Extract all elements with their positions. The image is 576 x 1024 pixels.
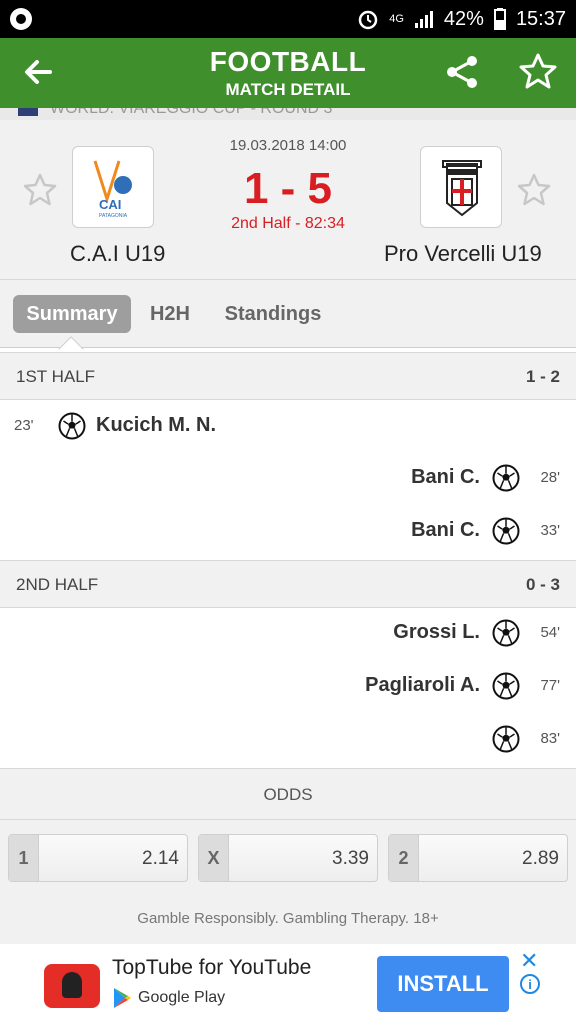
half-label: 1ST HALF xyxy=(16,367,96,386)
event-player: Grossi L. xyxy=(393,621,480,643)
home-team-name[interactable]: C.A.I U19 xyxy=(70,241,165,267)
odds-value: 2.89 xyxy=(522,848,559,869)
share-icon[interactable] xyxy=(444,54,480,90)
match-header: CAI PATAGONIA C.A.I U19 19.03.2018 14:00… xyxy=(0,120,576,280)
soccer-ball-icon xyxy=(492,464,520,492)
event-player: Bani C. xyxy=(411,519,480,541)
tab-standings[interactable]: Standings xyxy=(214,295,332,333)
ad-store: Google Play xyxy=(112,987,225,1009)
event-minute: 77' xyxy=(540,677,560,694)
event-row[interactable]: 83' xyxy=(0,714,576,766)
event-row[interactable]: Bani C. 28' xyxy=(0,453,576,505)
tab-summary[interactable]: Summary xyxy=(13,295,131,333)
competition-peek: WORLD: VIAREGGIO CUP - ROUND 3 xyxy=(0,108,576,120)
odds-section: 1 2.14 X 3.39 2 2.89 Gamble Responsibly.… xyxy=(0,820,576,944)
ad-store-name: Google Play xyxy=(138,989,226,1006)
soccer-ball-icon xyxy=(492,672,520,700)
event-row[interactable]: Bani C. 33' xyxy=(0,506,576,558)
odds-away-button[interactable]: 2 2.89 xyxy=(388,834,568,882)
half-label: 2ND HALF xyxy=(16,575,99,594)
odds-header: ODDS xyxy=(0,768,576,820)
event-minute: 28' xyxy=(540,469,560,486)
gamble-disclaimer[interactable]: Gamble Responsibly. Gambling Therapy. 18… xyxy=(0,910,576,927)
half-header-first: 1ST HALF 1 - 2 xyxy=(0,352,576,400)
install-button[interactable]: INSTALL xyxy=(377,956,509,1012)
notification-icon xyxy=(10,8,32,30)
odds-home-button[interactable]: 1 2.14 xyxy=(8,834,188,882)
half-header-second: 2ND HALF 0 - 3 xyxy=(0,560,576,608)
event-minute: 33' xyxy=(540,522,560,539)
half-score: 1 - 2 xyxy=(525,367,560,386)
google-play-icon xyxy=(114,988,131,1008)
event-minute: 23' xyxy=(14,417,34,434)
soccer-ball-icon xyxy=(492,725,520,753)
app-subtitle: MATCH DETAIL xyxy=(225,80,351,99)
away-team-logo[interactable] xyxy=(420,146,502,228)
ad-app-icon[interactable] xyxy=(44,964,100,1008)
event-player: Bani C. xyxy=(411,466,480,488)
alarm-icon xyxy=(358,10,378,30)
odds-key: 2 xyxy=(389,835,419,881)
favorite-star-icon[interactable] xyxy=(518,52,558,92)
soccer-ball-icon xyxy=(492,517,520,545)
odds-value: 2.14 xyxy=(142,848,179,869)
away-favorite-star-icon[interactable] xyxy=(516,172,552,208)
flag-icon xyxy=(18,108,38,116)
event-player: Pagliaroli A. xyxy=(365,674,480,696)
event-row[interactable]: Grossi L. 54' xyxy=(0,608,576,660)
half-score: 0 - 3 xyxy=(525,575,560,594)
ad-info-icon[interactable]: i xyxy=(520,974,540,994)
tab-h2h[interactable]: H2H xyxy=(140,295,200,333)
app-bar: FOOTBALL MATCH DETAIL xyxy=(0,38,576,108)
event-row[interactable]: 23' Kucich M. N. xyxy=(0,401,576,453)
soccer-ball-icon xyxy=(492,619,520,647)
tab-bar: Summary H2H Standings xyxy=(0,280,576,348)
soccer-ball-icon xyxy=(58,412,86,440)
ad-banner[interactable]: TopTube for YouTube Google Play INSTALL … xyxy=(0,944,576,1024)
app-title: FOOTBALL xyxy=(209,46,367,77)
battery-icon xyxy=(493,8,506,30)
odds-draw-button[interactable]: X 3.39 xyxy=(198,834,378,882)
ad-app-name[interactable]: TopTube for YouTube xyxy=(112,956,311,980)
competition-name: WORLD: VIAREGGIO CUP - ROUND 3 xyxy=(50,108,333,117)
odds-value: 3.39 xyxy=(332,848,369,869)
signal-icon xyxy=(414,11,433,28)
away-team-name[interactable]: Pro Vercelli U19 xyxy=(384,241,542,267)
event-player: Kucich M. N. xyxy=(96,414,217,436)
event-row[interactable]: Pagliaroli A. 77' xyxy=(0,661,576,713)
odds-key: 1 xyxy=(9,835,39,881)
event-minute: 54' xyxy=(540,624,560,641)
network-type: 4G xyxy=(389,12,404,25)
ad-close-icon[interactable]: ✕ xyxy=(520,948,538,974)
odds-key: X xyxy=(199,835,229,881)
pro-vercelli-crest-icon xyxy=(442,160,482,217)
clock: 15:37 xyxy=(515,7,566,30)
status-bar: 4G 42% 15:37 xyxy=(0,0,576,38)
event-minute: 83' xyxy=(540,730,560,747)
battery-level: 42% xyxy=(443,7,484,30)
